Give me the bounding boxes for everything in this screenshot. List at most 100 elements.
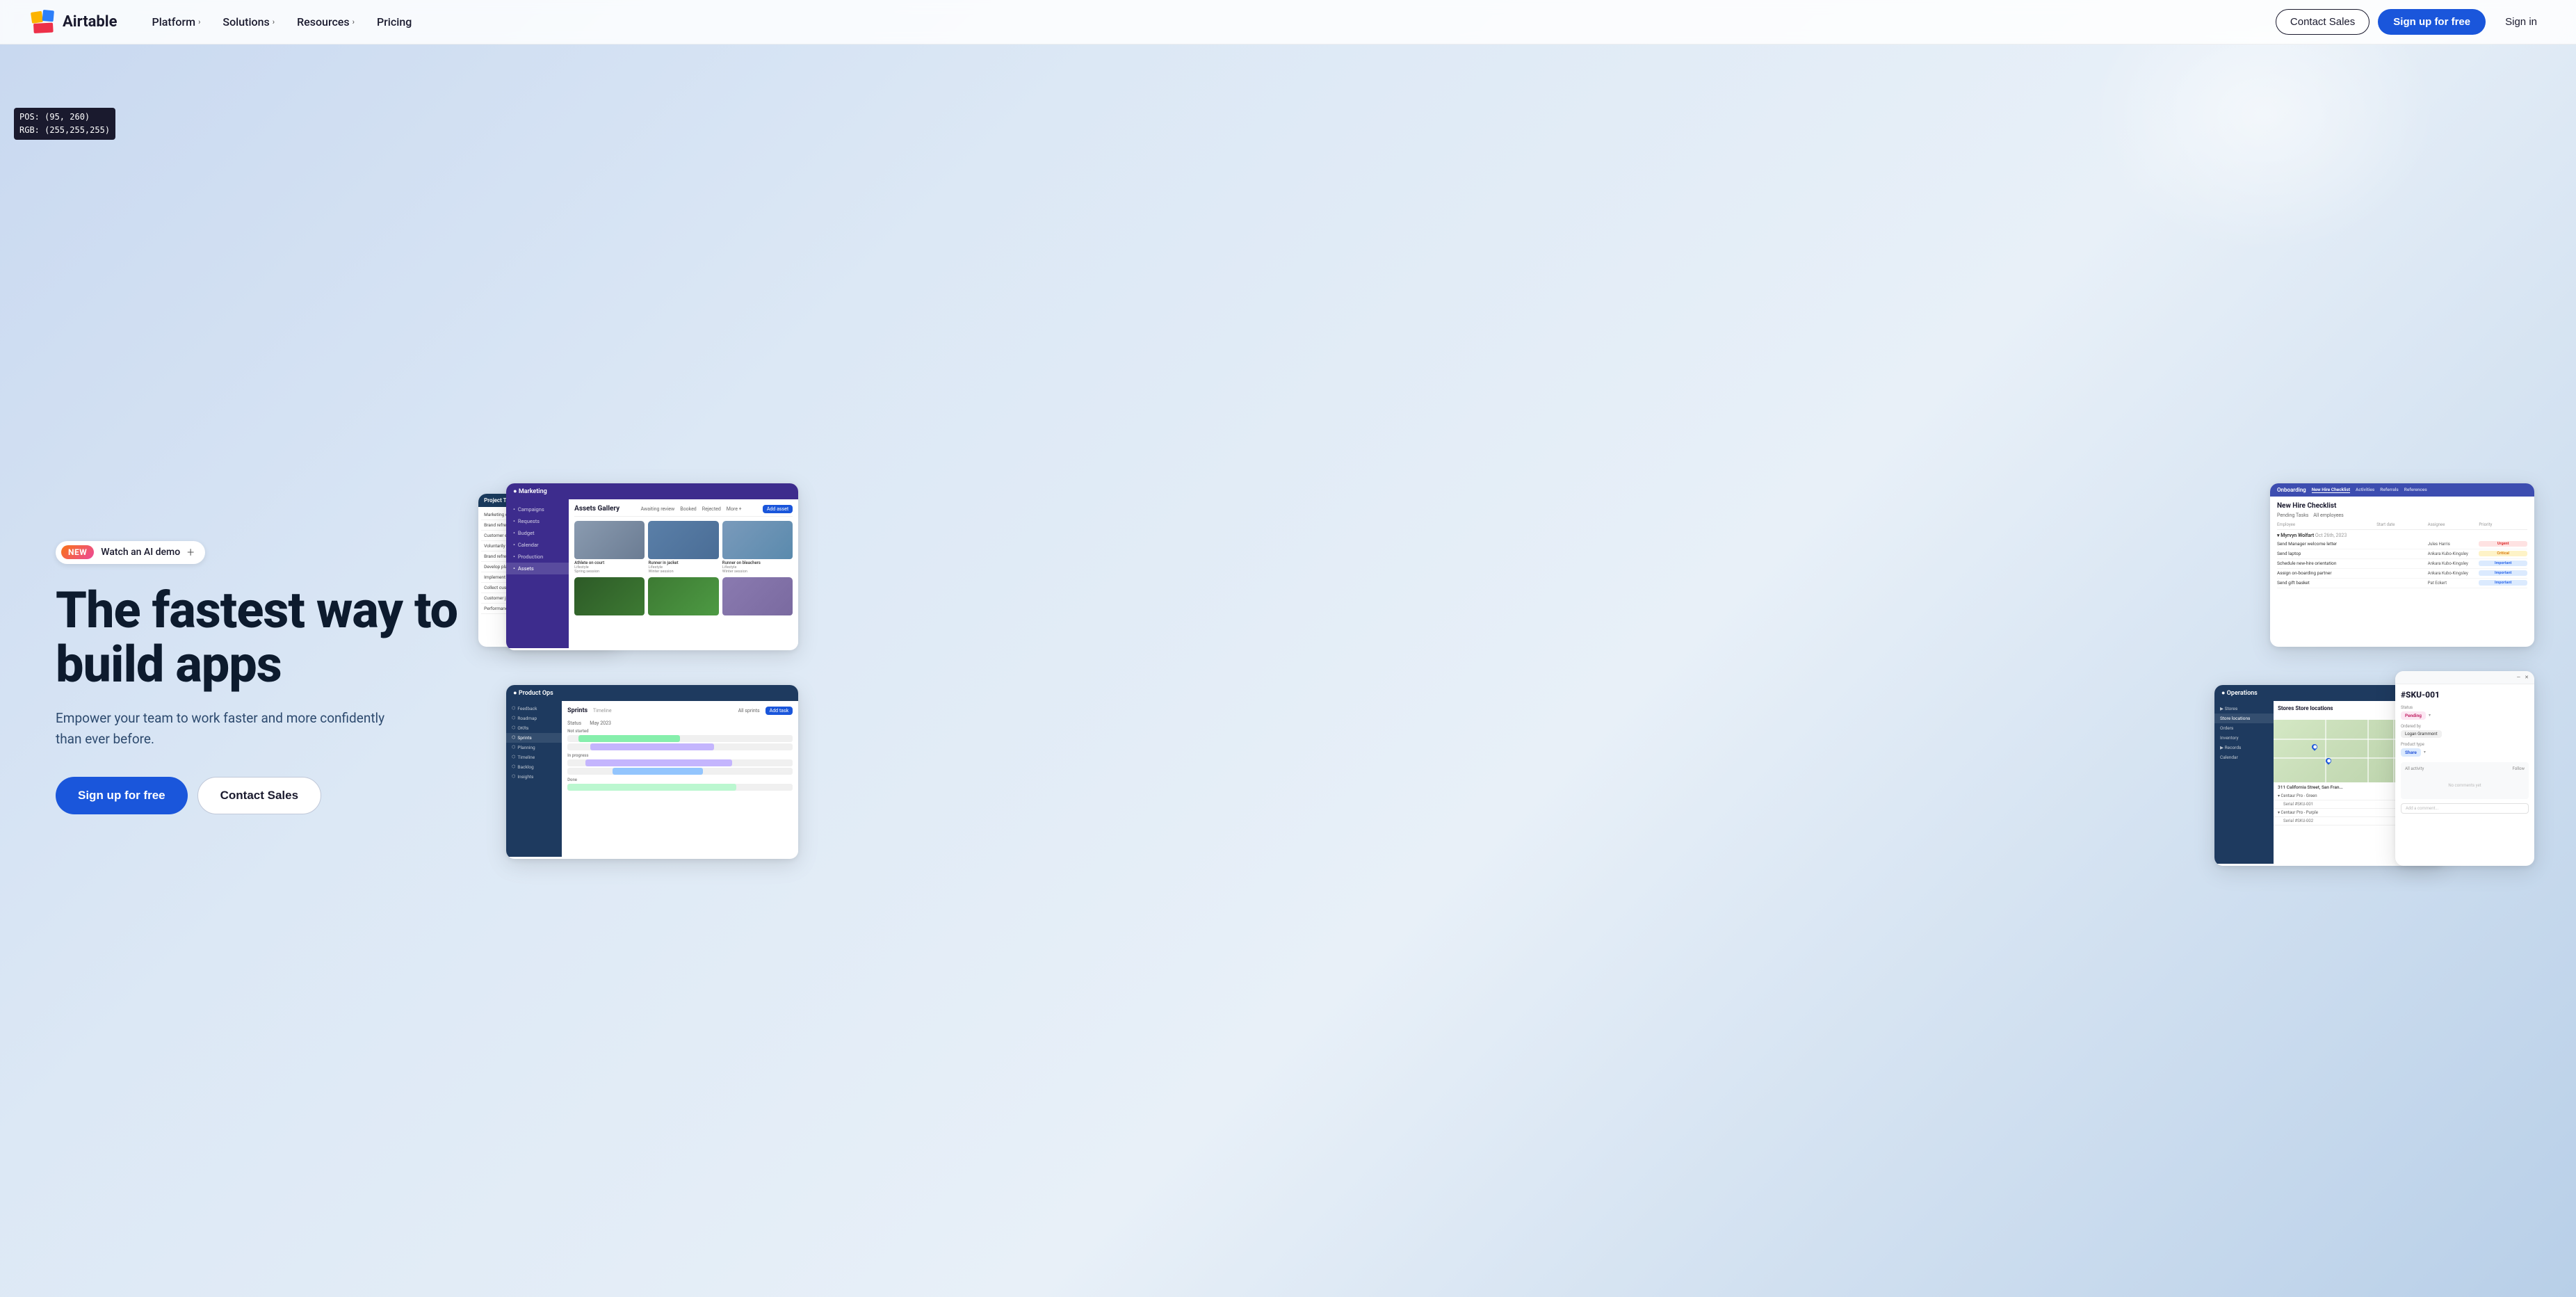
ordered-by-group: Logan Grammont (2401, 730, 2529, 738)
chevron-icon: ▾ (2429, 713, 2431, 718)
hero-buttons: Sign up for free Contact Sales (56, 777, 457, 814)
gallery-header: Assets Gallery Awaiting review Booked Re… (574, 505, 793, 517)
hero-left: NEW Watch an AI demo + The fastest way t… (56, 541, 457, 814)
sidebar-roadmap: Roadmap (506, 714, 562, 723)
map-road (2325, 720, 2326, 782)
nav-resources[interactable]: Resources › (287, 10, 364, 34)
sidebar-feedback: Feedback (506, 704, 562, 714)
sidebar-requests: Requests (506, 515, 569, 527)
sprint-bar-row (567, 759, 793, 766)
logo-text: Airtable (63, 13, 118, 31)
onboarding-title: Onboarding (2277, 487, 2306, 493)
signin-button[interactable]: Sign in (2494, 10, 2548, 34)
product-type-badge: Share (2401, 748, 2421, 757)
sprint-bar (585, 759, 732, 766)
sprint-bar (578, 735, 680, 742)
employee-group: ▾ Myrvyn Wolfart Oct 26th, 2023 (2277, 533, 2527, 538)
hero-signup-button[interactable]: Sign up for free (56, 777, 188, 814)
contact-sales-button[interactable]: Contact Sales (2276, 9, 2370, 35)
gallery-image (648, 521, 718, 559)
sprint-bar-track (567, 759, 793, 766)
badge-text: Watch an AI demo (101, 547, 180, 558)
sprint-bar-row (567, 735, 793, 742)
ops-sidebar: ▶ Stores Store locations Orders Inventor… (2214, 701, 2274, 864)
follow-button[interactable]: Follow (2512, 766, 2525, 771)
sidebar-production: Production (506, 551, 569, 563)
activity-label: All activity (2405, 766, 2424, 771)
status-in-progress: In progress (567, 753, 793, 758)
task-name: Send gift basket (2277, 580, 2374, 586)
map-road (2393, 720, 2395, 782)
sidebar-stores: ▶ Stores (2214, 704, 2274, 714)
sidebar-store-locations: Store locations (2214, 714, 2274, 723)
sidebar-insights: Insights (506, 772, 562, 782)
no-comments: No comments yet (2405, 776, 2525, 795)
plus-icon: + (187, 545, 194, 560)
logo[interactable]: Airtable (28, 7, 118, 38)
gallery-content: Assets Gallery Awaiting review Booked Re… (569, 499, 798, 648)
sku-status-field: Status Pending ▾ (2401, 705, 2529, 720)
navigation: Airtable Platform › Solutions › Resource… (0, 0, 2576, 45)
sidebar-sprints: Sprints (506, 733, 562, 743)
comment-placeholder: Add a comment... (2406, 806, 2438, 811)
gallery-title: Assets Gallery (574, 505, 619, 513)
minimize-icon[interactable]: — (2517, 675, 2520, 680)
new-pill: NEW (61, 545, 94, 559)
map-road (2367, 720, 2369, 782)
sidebar-orders: Orders (2214, 723, 2274, 733)
add-asset-button[interactable]: Add asset (763, 505, 793, 513)
sprint-bar (613, 768, 703, 775)
sidebar-records: ▶ Records (2214, 743, 2274, 752)
sprint-period: Status May 2023 (567, 720, 793, 726)
sprint-bar-row (567, 743, 793, 750)
marketing-header: ● Marketing (506, 483, 798, 499)
close-icon[interactable]: ✕ (2525, 675, 2529, 680)
sprint-bar-row (567, 784, 793, 791)
nav-pricing[interactable]: Pricing (367, 10, 421, 34)
sidebar-timeline: Timeline (506, 752, 562, 762)
task-name: Send laptop (2277, 551, 2374, 556)
nav-links: Platform › Solutions › Resources › Prici… (143, 10, 2276, 34)
marketing-title: ● Marketing (513, 488, 547, 495)
sidebar-calendar: Calendar (506, 539, 569, 551)
gallery-image (574, 577, 645, 615)
sku-product-type-field: Product type Share ▾ (2401, 742, 2529, 757)
priority-badge: Important (2479, 561, 2527, 566)
marketing-body: Campaigns Requests Budget Calendar Produ… (506, 499, 798, 648)
onboarding-card: Onboarding New Hire Checklist Activities… (2270, 483, 2534, 647)
sprint-bar-row (567, 768, 793, 775)
nav-actions: Contact Sales Sign up for free Sign in (2276, 9, 2548, 35)
comment-input[interactable]: Add a comment... (2401, 803, 2529, 814)
nav-solutions[interactable]: Solutions › (213, 10, 284, 34)
marketing-sidebar: Campaigns Requests Budget Calendar Produ… (506, 499, 569, 648)
task-name: Schedule new-hire orientation (2277, 561, 2374, 566)
ordered-by-label: Ordered by (2401, 724, 2529, 729)
product-type-label: Product type (2401, 742, 2529, 747)
ai-demo-badge[interactable]: NEW Watch an AI demo + (56, 541, 205, 564)
gallery-item: Runner in jacket Lifestyle Winter sessio… (648, 521, 718, 574)
priority-badge: Urgent (2479, 541, 2527, 547)
priority-badge: Critical (2479, 551, 2527, 556)
map-pin (2310, 743, 2318, 750)
sprint-bar (567, 784, 736, 791)
sprint-bar-track (567, 768, 793, 775)
pos-badge: POS: (95, 260) RGB: (255,255,255) (14, 108, 115, 140)
gallery-item: Runner on bleachers Lifestyle Winter ses… (722, 521, 793, 574)
sidebar-assets: Assets (506, 563, 569, 574)
person-badge: Logan Grammont (2401, 730, 2442, 738)
sprints-header-row: Sprints Timeline All sprints Add task (567, 707, 793, 715)
status-label: Status (2401, 705, 2529, 710)
sprint-bar (590, 743, 714, 750)
sprints-title: ● Product Ops (513, 689, 553, 697)
hero-contact-button[interactable]: Contact Sales (197, 777, 321, 814)
gallery-item (574, 577, 645, 617)
checklist-row: Send Manager welcome letter Jules Harris… (2277, 540, 2527, 549)
add-task-button[interactable]: Add task (765, 707, 793, 715)
sidebar-calendar: Calendar (2214, 752, 2274, 762)
chevron-icon: ▾ (2424, 750, 2426, 755)
signup-button[interactable]: Sign up for free (2378, 9, 2486, 35)
status-not-started: Not started (567, 729, 793, 734)
sprints-main: Sprints Timeline All sprints Add task St… (562, 701, 798, 857)
nav-platform[interactable]: Platform › (143, 10, 211, 34)
sku-body: #SKU-001 Status Pending ▾ Ordered by Log… (2395, 684, 2534, 819)
